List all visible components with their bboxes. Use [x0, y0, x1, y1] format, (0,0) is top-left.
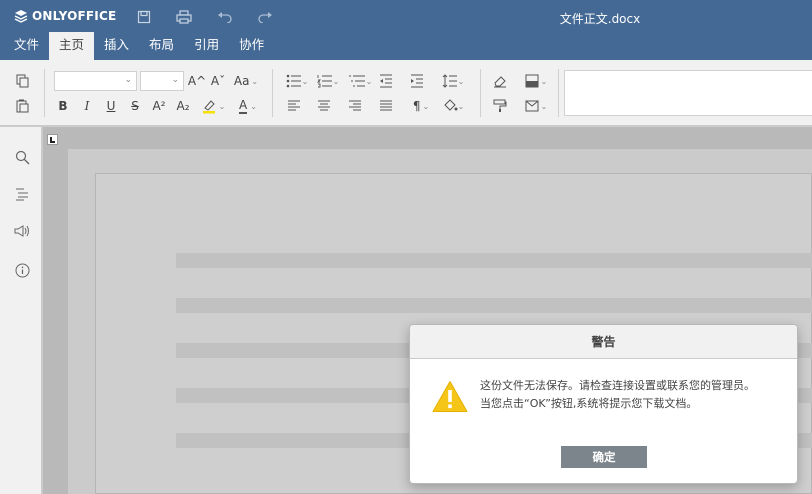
chevron-down-icon: ⌄ [251, 76, 259, 86]
bullet-list-icon [286, 74, 301, 88]
app-header: ONLYOFFICE 文件正文.docx 文件 主页 插入 布局 引用 协作 [0, 0, 812, 60]
bold-button[interactable]: B [56, 96, 70, 116]
shrink-font-button[interactable]: Aˇ [210, 71, 226, 91]
navigation-icon[interactable] [13, 185, 31, 203]
decrease-indent-button[interactable] [377, 71, 395, 91]
change-case-label: Aa [233, 74, 250, 88]
change-case-button[interactable]: Aa ⌄ [232, 71, 260, 91]
chevron-down-icon: ⌄ [540, 101, 548, 111]
text-placeholder-line [176, 298, 812, 313]
tab-insert[interactable]: 插入 [94, 32, 139, 60]
onlyoffice-logo-icon [14, 10, 28, 23]
clear-style-button[interactable] [491, 71, 509, 91]
chevron-down-icon: ⌄ [457, 101, 465, 111]
multilevel-list-icon [348, 75, 365, 87]
vertical-ruler [43, 127, 68, 494]
undo-icon[interactable] [216, 8, 234, 26]
copy-style-button[interactable] [491, 96, 509, 116]
eraser-icon [494, 76, 506, 88]
color-scheme-icon [525, 74, 539, 88]
grow-font-button[interactable]: A^ [188, 71, 206, 91]
ok-button[interactable]: 确定 [561, 446, 647, 468]
dialog-message: 这份文件无法保存。请检查连接设置或联系您的管理员。 当您点击“OK”按钮,系统将… [480, 377, 790, 413]
nonprinting-chars-button[interactable]: ¶ ⌄ [408, 96, 434, 116]
search-icon[interactable] [13, 148, 31, 166]
line-spacing-icon [442, 74, 457, 88]
styles-gallery[interactable] [564, 70, 812, 116]
align-center-button[interactable] [316, 96, 332, 116]
strikethrough-button[interactable]: S [128, 96, 142, 116]
increase-indent-button[interactable] [408, 71, 426, 91]
shading-button[interactable]: ⌄ [438, 96, 468, 116]
chevron-down-icon: ⌄ [124, 75, 132, 85]
align-right-button[interactable] [347, 96, 363, 116]
tab-layout[interactable]: 布局 [139, 32, 184, 60]
horizontal-ruler [43, 127, 812, 149]
ribbon-toolbar: ⌄ ⌄ A^ Aˇ Aa ⌄ B I U S A² A₂ ⌄ A ⌄ ⌄ ⌄ ⌄ … [0, 60, 812, 126]
redo-icon[interactable] [256, 8, 274, 26]
chevron-down-icon: ⌄ [422, 101, 430, 111]
chevron-down-icon: ⌄ [250, 101, 257, 111]
font-name-select[interactable]: ⌄ [54, 71, 137, 91]
decrease-indent-icon [380, 74, 392, 88]
underline-button[interactable]: U [104, 96, 118, 116]
align-left-button[interactable] [286, 96, 302, 116]
dialog-message-line: 当您点击“OK”按钮,系统将提示您下载文档。 [480, 397, 698, 410]
dialog-title: 警告 [410, 325, 797, 359]
save-icon[interactable] [135, 8, 153, 26]
highlight-color-button[interactable]: ⌄ [198, 96, 228, 116]
brand-logo: ONLYOFFICE [14, 9, 116, 23]
left-sidebar [0, 127, 42, 494]
font-color-label: A [239, 98, 248, 114]
chevron-down-icon: ⌄ [301, 76, 309, 86]
highlighter-icon [202, 100, 215, 114]
font-color-button[interactable]: A ⌄ [234, 96, 262, 116]
copy-icon[interactable] [14, 71, 32, 91]
justify-button[interactable] [378, 96, 394, 116]
bullet-list-button[interactable]: ⌄ [284, 71, 310, 91]
envelope-icon [525, 100, 539, 112]
chevron-down-icon: ⌄ [540, 76, 548, 86]
ribbon-tabs: 文件 主页 插入 布局 引用 协作 [4, 32, 274, 60]
numbered-list-button[interactable]: ⌄ [315, 71, 341, 91]
print-icon[interactable] [175, 8, 193, 26]
title-bar: ONLYOFFICE 文件正文.docx [0, 0, 812, 32]
paste-icon[interactable] [14, 96, 32, 116]
mail-merge-button[interactable]: ⌄ [522, 96, 550, 116]
feedback-icon[interactable] [13, 222, 31, 240]
chevron-down-icon: ⌄ [365, 76, 373, 86]
color-scheme-button[interactable]: ⌄ [522, 71, 550, 91]
align-center-icon [318, 100, 330, 111]
format-painter-icon [493, 99, 507, 112]
justify-icon [380, 100, 392, 111]
superscript-button[interactable]: A² [150, 96, 168, 116]
subscript-button[interactable]: A₂ [174, 96, 192, 116]
italic-button[interactable]: I [80, 96, 94, 116]
tab-stop-selector[interactable] [47, 134, 58, 145]
numbered-list-icon [316, 75, 332, 88]
tab-file[interactable]: 文件 [4, 32, 49, 60]
about-icon[interactable] [13, 261, 31, 279]
align-left-icon [288, 100, 300, 111]
warning-dialog: 警告 这份文件无法保存。请检查连接设置或联系您的管理员。 当您点击“OK”按钮,… [409, 324, 798, 484]
tab-home[interactable]: 主页 [49, 32, 95, 60]
increase-indent-icon [411, 74, 423, 88]
text-placeholder-line [176, 253, 812, 268]
paragraph-mark-icon: ¶ [412, 99, 421, 113]
chevron-down-icon: ⌄ [332, 76, 340, 86]
line-spacing-button[interactable]: ⌄ [440, 71, 466, 91]
chevron-down-icon: ⌄ [218, 101, 226, 111]
brand-name: ONLYOFFICE [32, 9, 117, 23]
dialog-message-line: 这份文件无法保存。请检查连接设置或联系您的管理员。 [480, 379, 755, 392]
tab-references[interactable]: 引用 [184, 32, 229, 60]
tab-collaboration[interactable]: 协作 [229, 32, 274, 60]
document-title: 文件正文.docx [559, 12, 641, 26]
align-right-icon [349, 100, 361, 111]
chevron-down-icon: ⌄ [457, 76, 465, 86]
warning-icon [432, 381, 468, 412]
font-size-select[interactable]: ⌄ [140, 71, 184, 91]
chevron-down-icon: ⌄ [171, 75, 179, 85]
paint-bucket-icon [443, 99, 458, 111]
multilevel-list-button[interactable]: ⌄ [346, 71, 374, 91]
